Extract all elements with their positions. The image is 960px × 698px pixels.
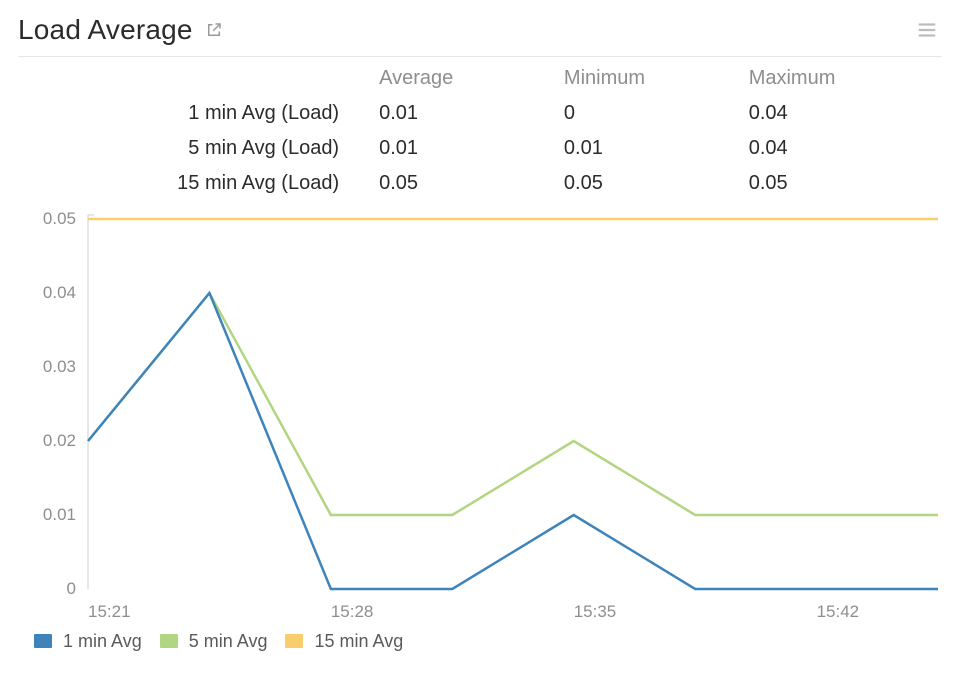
- legend-label: 5 min Avg: [189, 631, 268, 651]
- cell-average: 0.05: [369, 166, 554, 201]
- external-link-icon[interactable]: [205, 21, 223, 39]
- stats-table: Average Minimum Maximum 1 min Avg (Load)…: [18, 63, 942, 201]
- legend-swatch: [160, 634, 178, 648]
- svg-text:0.04: 0.04: [43, 283, 76, 302]
- cell-maximum: 0.04: [739, 131, 942, 166]
- svg-text:15:42: 15:42: [817, 602, 860, 621]
- line-chart: 0 0.01 0.02 0.03 0.04 0.05 15:21 15:28 15:35 15:4…: [18, 207, 942, 631]
- cell-average: 0.01: [369, 131, 554, 166]
- svg-text:0.03: 0.03: [43, 357, 76, 376]
- col-minimum: Minimum: [554, 63, 739, 96]
- table-row: 1 min Avg (Load) 0.01 0 0.04: [18, 96, 942, 131]
- legend-swatch: [285, 634, 303, 648]
- cell-average: 0.01: [369, 96, 554, 131]
- table-row: 15 min Avg (Load) 0.05 0.05 0.05: [18, 166, 942, 201]
- col-average: Average: [369, 63, 554, 96]
- table-row: 5 min Avg (Load) 0.01 0.01 0.04: [18, 131, 942, 166]
- col-blank: [18, 63, 369, 96]
- legend-item[interactable]: 15 min Avg: [285, 631, 403, 652]
- load-average-panel: Load Average Average Minimum Maximum: [0, 0, 960, 656]
- menu-icon[interactable]: [912, 15, 942, 45]
- cell-maximum: 0.04: [739, 96, 942, 131]
- legend: 1 min Avg 5 min Avg 15 min Avg: [18, 631, 942, 652]
- svg-text:15:35: 15:35: [574, 602, 617, 621]
- cell-minimum: 0.05: [554, 166, 739, 201]
- svg-text:15:21: 15:21: [88, 602, 131, 621]
- cell-minimum: 0.01: [554, 131, 739, 166]
- legend-label: 1 min Avg: [63, 631, 142, 651]
- row-label: 15 min Avg (Load): [18, 166, 369, 201]
- svg-text:0.05: 0.05: [43, 209, 76, 228]
- legend-label: 15 min Avg: [314, 631, 403, 651]
- cell-maximum: 0.05: [739, 166, 942, 201]
- col-maximum: Maximum: [739, 63, 942, 96]
- svg-text:0: 0: [67, 579, 76, 598]
- svg-text:0.01: 0.01: [43, 505, 76, 524]
- legend-item[interactable]: 1 min Avg: [34, 631, 142, 652]
- legend-item[interactable]: 5 min Avg: [160, 631, 268, 652]
- panel-title: Load Average: [18, 14, 193, 46]
- panel-header: Load Average: [18, 14, 942, 57]
- svg-text:0.02: 0.02: [43, 431, 76, 450]
- chart-area: 0 0.01 0.02 0.03 0.04 0.05 15:21 15:28 15:35 15:4…: [18, 207, 942, 631]
- svg-text:15:28: 15:28: [331, 602, 374, 621]
- row-label: 5 min Avg (Load): [18, 131, 369, 166]
- legend-swatch: [34, 634, 52, 648]
- cell-minimum: 0: [554, 96, 739, 131]
- row-label: 1 min Avg (Load): [18, 96, 369, 131]
